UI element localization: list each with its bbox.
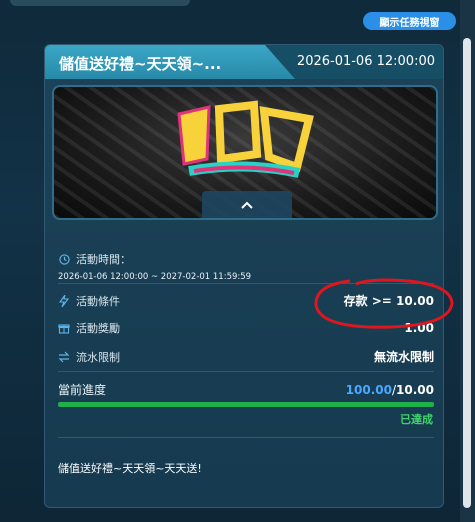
progress-target: 10.00: [396, 382, 434, 397]
activity-banner: [52, 85, 438, 220]
swap-arrows-icon: [58, 351, 70, 363]
gift-icon: [58, 322, 70, 334]
top-bar-remnant: [10, 0, 190, 6]
turnover-row: 流水限制 無流水限制: [58, 348, 434, 365]
turnover-value: 無流水限制: [373, 350, 434, 364]
red-circle-annotation: [314, 278, 454, 329]
clock-icon: [58, 253, 70, 265]
progress-current: 100.00: [345, 382, 392, 397]
chevron-up-icon: [241, 201, 253, 209]
progress-status: 已達成: [400, 413, 433, 426]
divider: [58, 437, 434, 438]
turnover-label: 流水限制: [76, 350, 120, 364]
show-task-window-button[interactable]: 顯示任務視窗: [363, 12, 456, 30]
progress-bar-fill: [58, 402, 434, 407]
lightning-icon: [58, 294, 70, 307]
card-header: 儲值送好禮~天天領~... 2026-01-06 12:00:00: [45, 45, 443, 79]
card-date: 2026-01-06 12:00:00: [296, 54, 435, 69]
reward-label: 活動獎勵: [76, 322, 120, 335]
activity-description: 儲值送好禮~天天領~天天送!: [58, 462, 202, 475]
scrollbar-thumb[interactable]: [463, 38, 471, 508]
condition-label: 活動條件: [76, 294, 120, 308]
activity-time-label: 活動時間：: [76, 253, 131, 266]
divider: [58, 371, 434, 372]
progress-bar: [58, 402, 434, 407]
banner-logo: [177, 100, 314, 178]
collapse-banner-button[interactable]: [202, 191, 292, 218]
progress-label: 當前進度: [58, 383, 107, 397]
card-title: 儲值送好禮~天天領~...: [59, 55, 222, 73]
progress-row: 當前進度 100.00/10.00: [58, 381, 434, 398]
